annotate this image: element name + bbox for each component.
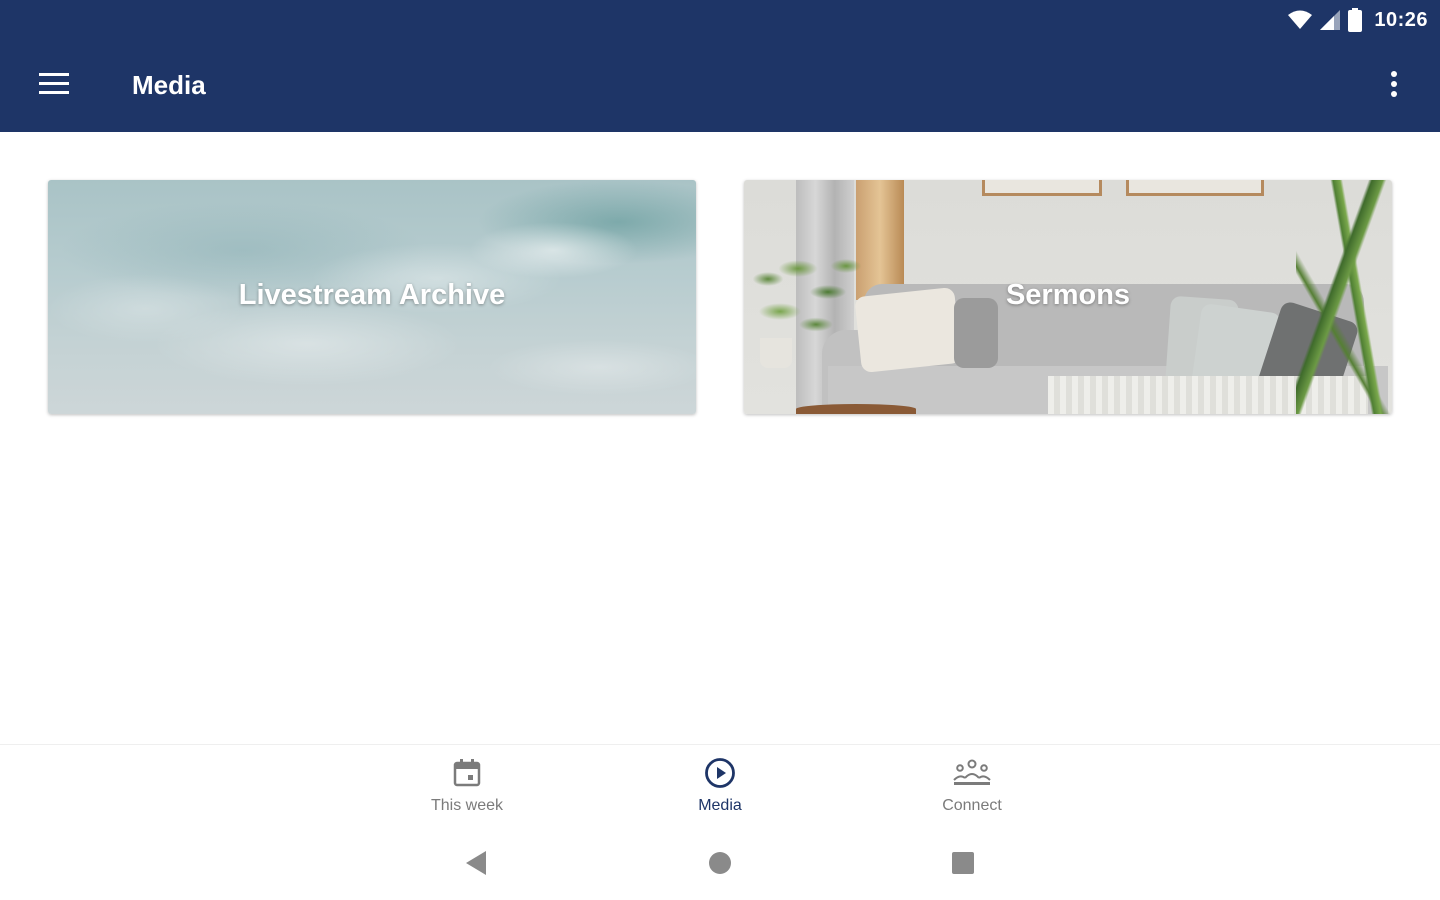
nav-item-connect[interactable]: Connect bbox=[902, 755, 1042, 825]
system-recents-button[interactable] bbox=[943, 850, 983, 880]
group-icon bbox=[953, 755, 991, 791]
system-navigation-bar bbox=[0, 830, 1440, 900]
pillow bbox=[954, 298, 998, 368]
menu-button[interactable] bbox=[36, 68, 72, 104]
hamburger-menu-icon bbox=[39, 72, 69, 100]
page-title: Media bbox=[132, 70, 206, 100]
system-home-button[interactable] bbox=[700, 850, 740, 880]
bottom-navigation: This week Media Connect bbox=[0, 744, 1440, 830]
play-circle-icon bbox=[704, 755, 736, 791]
nav-item-this-week[interactable]: This week bbox=[397, 755, 537, 825]
nav-label: This week bbox=[430, 797, 504, 814]
more-vert-icon bbox=[1391, 70, 1397, 102]
status-time: 10:26 bbox=[1374, 8, 1428, 31]
livestream-archive-card[interactable]: Livestream Archive bbox=[48, 180, 696, 414]
pillow bbox=[854, 286, 962, 374]
nav-label: Connect bbox=[942, 797, 1002, 814]
home-circle-icon bbox=[708, 851, 732, 880]
battery-icon bbox=[1348, 8, 1363, 32]
sermons-card[interactable]: Sermons bbox=[744, 180, 1392, 414]
picture-frame bbox=[982, 180, 1102, 196]
wifi-icon bbox=[1288, 10, 1313, 30]
side-table bbox=[796, 404, 916, 414]
calendar-icon bbox=[452, 755, 482, 791]
back-triangle-icon bbox=[464, 850, 488, 881]
recents-square-icon bbox=[952, 851, 974, 879]
plant-pot bbox=[760, 338, 792, 368]
app-bar: Media bbox=[0, 40, 1440, 132]
plant-right bbox=[1296, 180, 1392, 414]
card-label: Livestream Archive bbox=[238, 278, 506, 311]
card-label: Sermons bbox=[1005, 278, 1131, 311]
more-options-button[interactable] bbox=[1376, 66, 1412, 106]
cell-signal-icon bbox=[1320, 10, 1341, 30]
picture-frame bbox=[1126, 180, 1264, 196]
system-back-button[interactable] bbox=[456, 850, 496, 880]
screen: 10:26 Media Livestream Archive Sermons T… bbox=[0, 0, 1440, 900]
nav-label: Media bbox=[698, 797, 742, 814]
nav-item-media[interactable]: Media bbox=[650, 755, 790, 825]
status-bar: 10:26 bbox=[0, 0, 1440, 40]
